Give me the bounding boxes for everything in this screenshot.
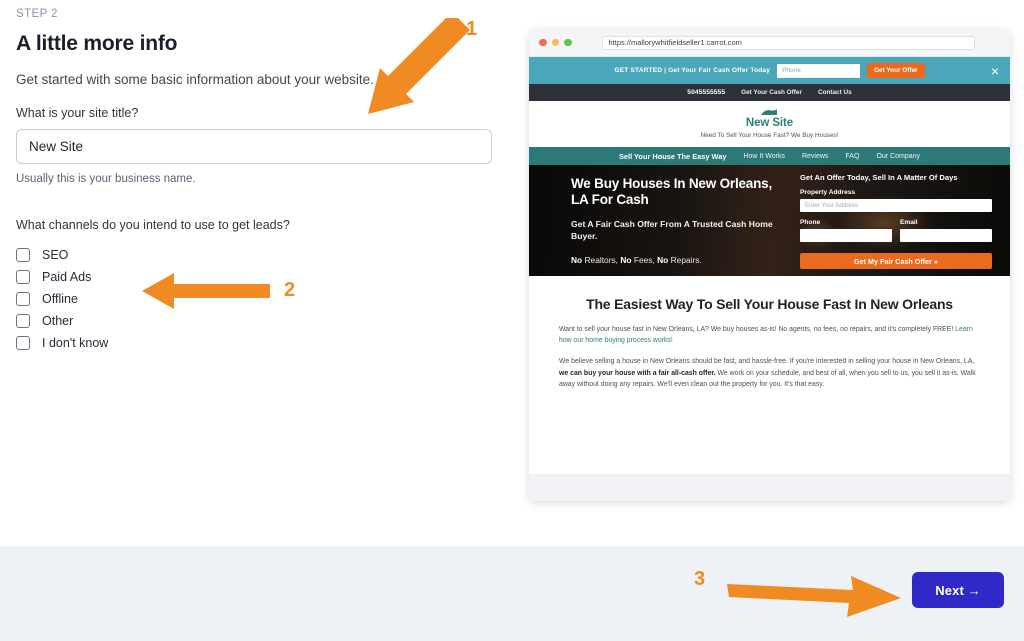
article-p1-text: Want to sell your house fast in New Orle… [559, 326, 956, 333]
annotation-arrow-1 [368, 18, 470, 114]
hero-tagline-part-3: Repairs. [668, 254, 702, 265]
nav-item-our-company[interactable]: Our Company [876, 153, 920, 160]
lead-form-email-col: Email [900, 219, 992, 249]
site-title-hint: Usually this is your business name. [16, 173, 196, 185]
promo-offer-button[interactable]: Get Your Offer [867, 63, 925, 78]
article-paragraph-1: Want to sell your house fast in New Orle… [559, 324, 980, 346]
lead-form-email-input[interactable] [900, 229, 992, 242]
article-p2-text-a: We believe selling a house in New Orlean… [559, 358, 975, 366]
contact-link-contact-us[interactable]: Contact Us [818, 89, 852, 96]
site-logo-block: New Site Need To Sell Your House Fast? W… [529, 101, 1010, 147]
checkbox-offline[interactable] [16, 292, 30, 306]
annotation-number-3: 3 [694, 568, 706, 590]
lead-form-submit-button[interactable]: Get My Fair Cash Offer » [800, 253, 992, 269]
house-roof-icon [761, 109, 777, 116]
annotation-arrow-3 [727, 576, 901, 617]
checkbox-label-seo: SEO [42, 248, 69, 262]
annotation-number-1: 1 [466, 18, 478, 40]
checkbox-other[interactable] [16, 314, 30, 328]
checkbox-label-paid-ads: Paid Ads [42, 270, 92, 284]
lead-form-row: Phone Email [800, 219, 992, 249]
site-logo-name[interactable]: New Site [529, 117, 1010, 129]
site-preview-window: https://mallorywhitfieldseller1.carrot.c… [529, 29, 1010, 501]
nav-item-sell-your-house[interactable]: Sell Your House The Easy Way [619, 152, 726, 161]
browser-chrome-bar: https://mallorywhitfieldseller1.carrot.c… [529, 29, 1010, 57]
checkbox-i-dont-know[interactable] [16, 336, 30, 350]
nav-item-faq[interactable]: FAQ [845, 153, 859, 160]
address-bar[interactable]: https://mallorywhitfieldseller1.carrot.c… [601, 35, 975, 50]
close-icon[interactable]: × [991, 64, 999, 78]
checkbox-row-i-dont-know[interactable]: I don't know [16, 332, 506, 354]
checkbox-row-seo[interactable]: SEO [16, 244, 506, 266]
hero-copy: We Buy Houses In New Orleans, LA For Cas… [571, 176, 786, 265]
article-section: The Easiest Way To Sell Your House Fast … [529, 276, 1010, 390]
hero-tagline-part-2: Fees, [631, 254, 658, 265]
promo-banner: GET STARTED | Get Your Fair Cash Offer T… [529, 57, 1010, 84]
article-paragraph-2: We believe selling a house in New Orlean… [559, 356, 980, 390]
checkbox-paid-ads[interactable] [16, 270, 30, 284]
preview-footer-strip [529, 474, 1010, 501]
hero-tagline-no-3: No [657, 254, 669, 265]
checkbox-label-offline: Offline [42, 292, 78, 306]
hero-section: We Buy Houses In New Orleans, LA For Cas… [529, 165, 1010, 276]
checkbox-label-other: Other [42, 314, 74, 328]
lead-form-address-label: Property Address [800, 189, 856, 196]
lead-form-title: Get An Offer Today, Sell In A Matter Of … [800, 173, 958, 182]
contact-bar: 5045555555 Get Your Cash Offer Contact U… [529, 84, 1010, 101]
lead-form-address-input[interactable]: Enter Your Address [800, 199, 992, 212]
lead-capture-form: Get An Offer Today, Sell In A Matter Of … [800, 173, 992, 269]
lead-form-phone-col: Phone [800, 219, 892, 249]
channels-question: What channels do you intend to use to ge… [16, 218, 290, 232]
lead-form-phone-label: Phone [800, 219, 821, 226]
checkbox-label-i-dont-know: I don't know [42, 336, 109, 350]
contact-phone[interactable]: 5045555555 [687, 89, 725, 96]
hero-subheadline: Get A Fair Cash Offer From A Trusted Cas… [571, 218, 773, 242]
contact-link-cash-offer[interactable]: Get Your Cash Offer [741, 89, 802, 96]
checkbox-row-other[interactable]: Other [16, 310, 506, 332]
nav-item-how-it-works[interactable]: How It Works [743, 153, 785, 160]
hero-headline: We Buy Houses In New Orleans, LA For Cas… [571, 176, 773, 208]
annotation-arrow-2 [142, 273, 270, 309]
hero-tagline-no-1: No [571, 254, 583, 265]
site-tagline: Need To Sell Your House Fast? We Buy Hou… [700, 132, 839, 139]
site-navigation: Sell Your House The Easy Way How It Work… [529, 147, 1010, 165]
close-window-dot[interactable] [539, 38, 547, 47]
promo-phone-input[interactable]: Phone [777, 63, 861, 78]
lead-form-email-label: Email [900, 219, 918, 226]
wizard-page: STEP 2 A little more info Get started wi… [0, 0, 1024, 641]
article-heading: The Easiest Way To Sell Your House Fast … [586, 296, 953, 312]
article-p2-bold: we can buy your house with a fair all-ca… [559, 369, 716, 377]
nav-item-reviews[interactable]: Reviews [802, 153, 828, 160]
maximize-window-dot[interactable] [564, 38, 572, 47]
promo-text: GET STARTED | Get Your Fair Cash Offer T… [614, 67, 771, 74]
hero-tagline-part-1: Realtors, [582, 254, 621, 265]
hero-tagline-no-2: No [620, 254, 632, 265]
next-button[interactable]: Next → [912, 572, 1004, 608]
minimize-window-dot[interactable] [551, 38, 559, 47]
lead-form-phone-input[interactable] [800, 229, 892, 242]
hero-tagline: No Realtors, No Fees, No Repairs. [571, 255, 786, 265]
checkbox-seo[interactable] [16, 248, 30, 262]
site-title-input[interactable] [16, 129, 492, 164]
annotation-number-2: 2 [284, 279, 296, 301]
